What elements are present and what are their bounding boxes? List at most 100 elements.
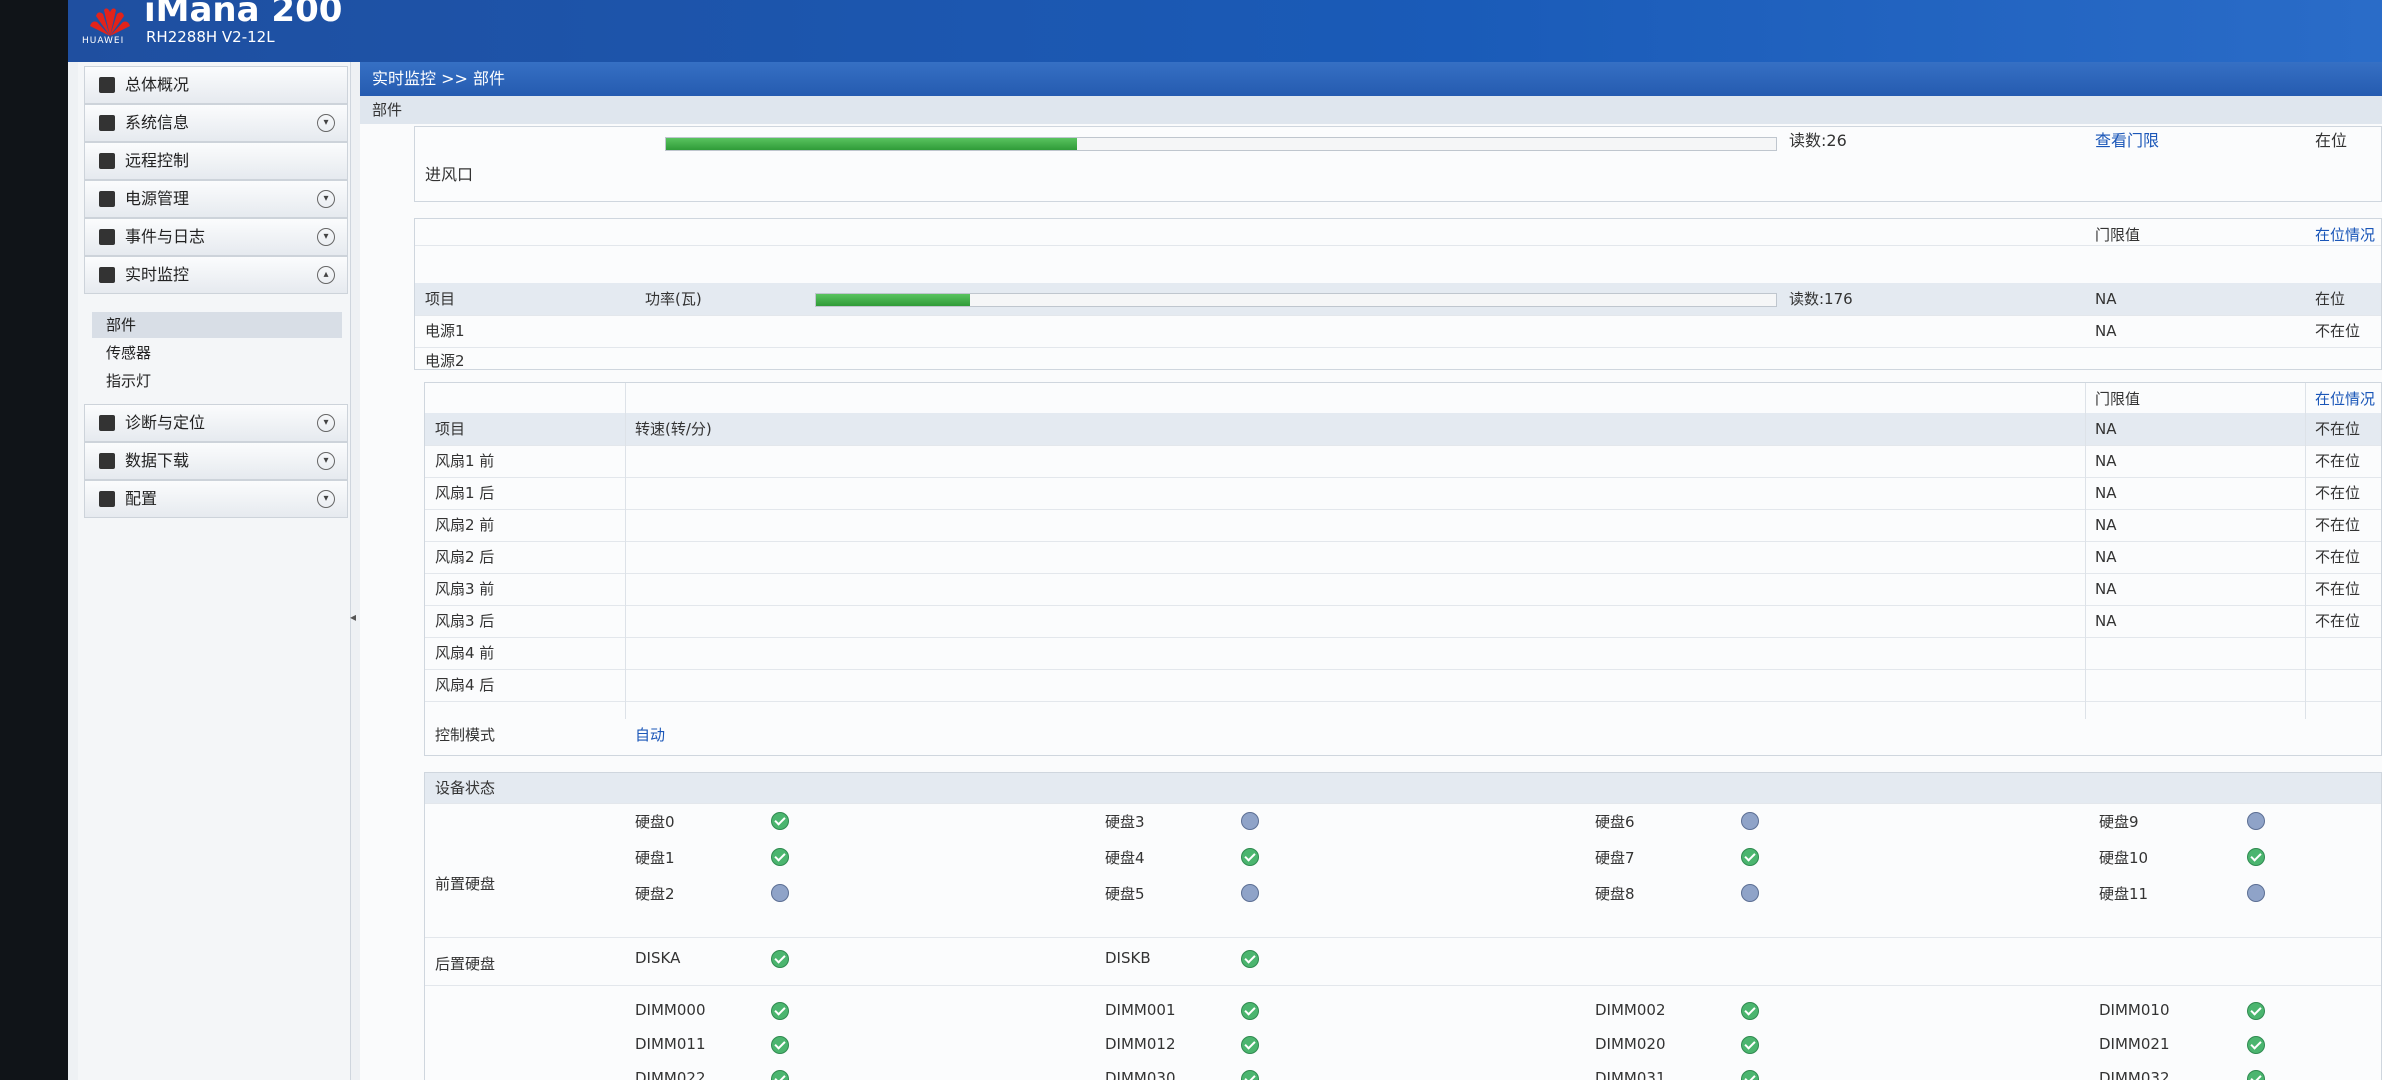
device-label: 硬盘10 <box>2099 849 2149 867</box>
chevron-down-icon[interactable]: ▾ <box>317 114 335 132</box>
nav-diagnostics[interactable]: 诊断与定位 ▾ <box>84 404 348 442</box>
fan-speed-header: 转速(转/分) <box>635 420 712 438</box>
status-ok-icon <box>1241 1070 1259 1080</box>
status-ok-icon <box>771 950 789 968</box>
device-label: DIMM022 <box>635 1069 706 1080</box>
power-threshold-head: 门限值 在位情况 <box>415 219 2381 246</box>
device-label: DIMM032 <box>2099 1069 2170 1080</box>
device-status-title: 设备状态 <box>435 779 496 797</box>
chevron-down-icon[interactable]: ▾ <box>317 452 335 470</box>
chevron-up-icon[interactable]: ▴ <box>317 266 335 284</box>
nav-realtime-monitor[interactable]: 实时监控 ▴ <box>84 256 348 294</box>
monitor-chart-icon <box>99 267 115 283</box>
device-status-panel: 设备状态 前置硬盘 后置硬盘 内存 硬盘0硬盘3硬盘6硬盘9硬盘1硬盘4硬盘7硬… <box>424 772 2382 1080</box>
chevron-down-icon[interactable]: ▾ <box>317 228 335 246</box>
nav-label: 数据下载 <box>125 451 190 470</box>
fan-threshold: NA <box>2095 484 2117 502</box>
sidebar: 总体概况 系统信息 ▾ 远程控制 电源管理 ▾ 事件与日志 ▾ 实时监控 ▴ 部… <box>78 62 351 1080</box>
device-label: 硬盘7 <box>1595 849 1635 867</box>
device-status-header: 设备状态 <box>425 773 2381 804</box>
fan-name: 风扇2 后 <box>435 548 495 566</box>
status-ok-icon <box>1241 848 1259 866</box>
fan-name: 风扇3 前 <box>435 580 495 598</box>
fan-threshold-head: 门限值 在位情况 <box>425 383 2381 414</box>
status-absent-icon <box>1741 812 1759 830</box>
device-label: DIMM012 <box>1105 1035 1176 1053</box>
status-ok-icon <box>771 1002 789 1020</box>
status-ok-icon <box>771 1070 789 1080</box>
status-ok-icon <box>2247 1002 2265 1020</box>
chevron-down-icon[interactable]: ▾ <box>317 414 335 432</box>
app-header: HUAWEI iMana 200 RH2288H V2-12L <box>68 0 2382 62</box>
device-label: 硬盘6 <box>1595 813 1635 831</box>
power-panel: 门限值 在位情况 项目 功率(瓦) 读数:176 NA 在位 电源1 NA 不在… <box>414 218 2382 370</box>
fan-row: 风扇4 前 <box>425 637 2381 670</box>
status-ok-icon <box>2247 1070 2265 1080</box>
nav-events-logs[interactable]: 事件与日志 ▾ <box>84 218 348 256</box>
power-presence-header: 在位情况 <box>2315 226 2376 244</box>
device-label: DIMM001 <box>1105 1001 1176 1019</box>
subnav-sensors[interactable]: 传感器 <box>92 340 342 366</box>
device-label: DIMM010 <box>2099 1001 2170 1019</box>
inlet-bar-fill <box>666 138 1077 150</box>
fan-status-1: 不在位 <box>2315 420 2361 438</box>
subnav-components[interactable]: 部件 <box>92 312 342 338</box>
view-threshold-link[interactable]: 查看门限 <box>2095 127 2159 159</box>
inlet-bar-track <box>665 137 1777 151</box>
fan-row: 风扇2 前 NA 不在位 <box>425 509 2381 542</box>
device-label: 硬盘4 <box>1105 849 1145 867</box>
fan-col-sep <box>2085 383 2086 719</box>
status-absent-icon <box>1241 812 1259 830</box>
chevron-down-icon[interactable]: ▾ <box>317 190 335 208</box>
status-ok-icon <box>771 812 789 830</box>
main-content: 实时监控 >> 部件 部件 读数:26 查看门限 在位 进风口 门限值 在位情况… <box>360 62 2382 1080</box>
fan-row: 风扇1 前 NA 不在位 <box>425 445 2381 478</box>
group-rear-disks: 后置硬盘 <box>435 955 496 973</box>
fan-threshold: NA <box>2095 516 2117 534</box>
power-name-2: 电源2 <box>425 352 465 370</box>
fan-status: 不在位 <box>2315 452 2361 470</box>
device-label: 硬盘5 <box>1105 885 1145 903</box>
fan-row: 风扇2 后 NA 不在位 <box>425 541 2381 574</box>
nav-label: 配置 <box>125 489 158 508</box>
nav-system-info[interactable]: 系统信息 ▾ <box>84 104 348 142</box>
screen: HUAWEI iMana 200 RH2288H V2-12L 总体概况 系统信… <box>68 0 2382 1080</box>
nav-remote-control[interactable]: 远程控制 <box>84 142 348 180</box>
nav-overview[interactable]: 总体概况 <box>84 66 348 104</box>
power-header-row: 项目 功率(瓦) 读数:176 NA 在位 <box>415 283 2381 316</box>
sidebar-collapse-handle[interactable]: ◂ <box>350 610 360 654</box>
fan-threshold-header: 门限值 <box>2095 390 2141 408</box>
power-status-1: 在位 <box>2315 290 2346 308</box>
nav-config[interactable]: 配置 ▾ <box>84 480 348 518</box>
control-mode-value[interactable]: 自动 <box>635 719 665 751</box>
subnav-indicators[interactable]: 指示灯 <box>92 368 342 394</box>
fan-name: 风扇1 前 <box>435 452 495 470</box>
device-label: DIMM021 <box>2099 1035 2170 1053</box>
fan-status: 不在位 <box>2315 580 2361 598</box>
inlet-status: 在位 <box>2315 131 2348 150</box>
fan-threshold: NA <box>2095 548 2117 566</box>
power-item-header: 项目 <box>425 290 456 308</box>
status-ok-icon <box>1241 1036 1259 1054</box>
status-ok-icon <box>771 1036 789 1054</box>
nav-label: 远程控制 <box>125 151 190 170</box>
breadcrumb: 实时监控 >> 部件 <box>360 62 2382 96</box>
nav-data-download[interactable]: 数据下载 ▾ <box>84 442 348 480</box>
flag-icon <box>99 415 115 431</box>
power-plug-icon <box>99 191 115 207</box>
fan-status: 不在位 <box>2315 612 2361 630</box>
download-icon <box>99 453 115 469</box>
nav-label: 电源管理 <box>125 189 190 208</box>
overview-icon <box>99 77 115 93</box>
nav-label: 系统信息 <box>125 113 190 132</box>
device-label: 硬盘2 <box>635 885 675 903</box>
power-status-2: 不在位 <box>2315 322 2361 340</box>
device-label: 硬盘1 <box>635 849 675 867</box>
device-label: DIMM031 <box>1595 1069 1666 1080</box>
fan-name: 风扇4 后 <box>435 676 495 694</box>
status-ok-icon <box>1241 950 1259 968</box>
device-label: 硬盘3 <box>1105 813 1145 831</box>
chevron-down-icon[interactable]: ▾ <box>317 490 335 508</box>
fan-presence-header: 在位情况 <box>2315 390 2376 408</box>
nav-power[interactable]: 电源管理 ▾ <box>84 180 348 218</box>
